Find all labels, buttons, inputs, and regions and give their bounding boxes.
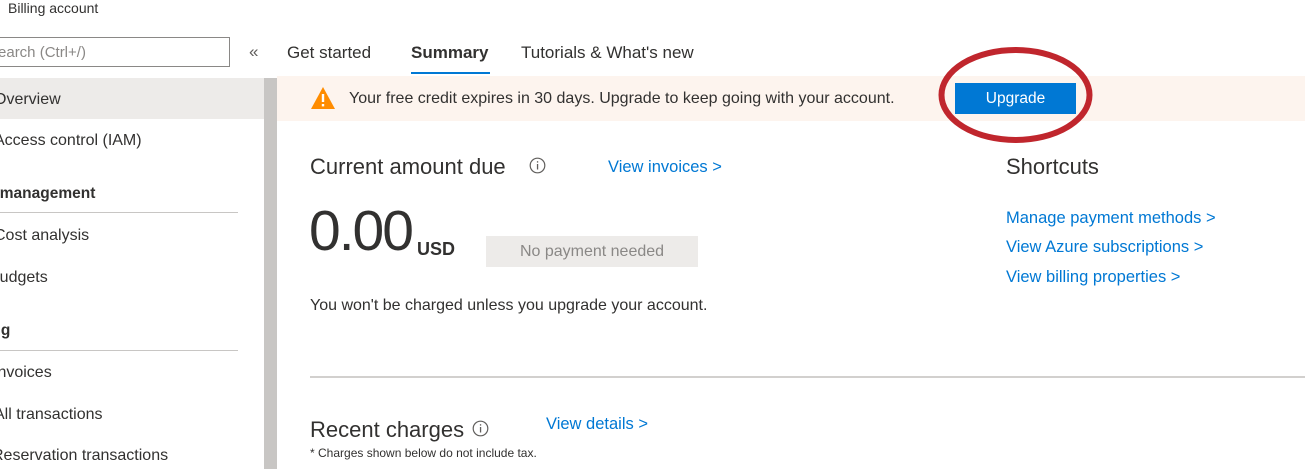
sidebar-item-budgets[interactable]: Budgets <box>0 269 48 287</box>
info-icon[interactable] <box>529 157 546 174</box>
sidebar-item-invoices[interactable]: Invoices <box>0 364 52 382</box>
amount-due-currency: USD <box>417 239 456 259</box>
sidebar-divider <box>0 212 238 213</box>
view-invoices-link[interactable]: View invoices > <box>608 158 722 177</box>
tab-tutorials[interactable]: Tutorials & What's new <box>521 43 694 63</box>
sidebar-item-reservation-transactions[interactable]: Reservation transactions <box>0 447 168 465</box>
section-divider <box>310 376 1305 378</box>
info-icon[interactable] <box>472 420 489 437</box>
sidebar-group-cost-management: Cost management <box>0 185 96 202</box>
search-placeholder: Search (Ctrl+/) <box>0 44 86 61</box>
banner-message: Your free credit expires in 30 days. Upg… <box>349 90 895 107</box>
collapse-sidebar-button[interactable]: « <box>249 42 258 62</box>
tab-summary[interactable]: Summary <box>411 43 488 63</box>
view-details-link[interactable]: View details > <box>546 415 648 434</box>
tab-selected-indicator <box>411 72 490 74</box>
sidebar-item-cost-analysis[interactable]: Cost analysis <box>0 227 89 245</box>
amount-due-value: 0.00 <box>309 199 414 263</box>
sidebar-scrollbar[interactable] <box>264 78 277 469</box>
tab-get-started[interactable]: Get started <box>287 43 371 63</box>
view-billing-properties-link[interactable]: View billing properties > <box>1006 268 1180 287</box>
recent-charges-heading: Recent charges <box>310 417 465 442</box>
sidebar-divider <box>0 350 238 351</box>
sidebar-item-access-control[interactable]: Access control (IAM) <box>0 132 142 150</box>
manage-payment-methods-link[interactable]: Manage payment methods > <box>1006 209 1216 228</box>
warning-icon <box>311 87 335 109</box>
shortcuts-heading: Shortcuts <box>1006 154 1099 179</box>
highlight-annotation-ellipse <box>938 47 1093 143</box>
page-title: Billing account <box>8 0 99 16</box>
charge-note: You won't be charged unless you upgrade … <box>310 297 708 314</box>
sidebar-item-all-transactions[interactable]: All transactions <box>0 406 103 424</box>
sidebar-item-overview[interactable]: Overview <box>0 91 61 109</box>
current-amount-due-heading: Current amount due <box>310 154 506 179</box>
sidebar-group-billing: Billing <box>0 322 11 339</box>
view-azure-subscriptions-link[interactable]: View Azure subscriptions > <box>1006 238 1203 257</box>
status-badge: No payment needed <box>486 236 698 267</box>
search-input[interactable]: Search (Ctrl+/) <box>0 37 230 67</box>
charges-footnote: * Charges shown below do not include tax… <box>310 446 537 460</box>
